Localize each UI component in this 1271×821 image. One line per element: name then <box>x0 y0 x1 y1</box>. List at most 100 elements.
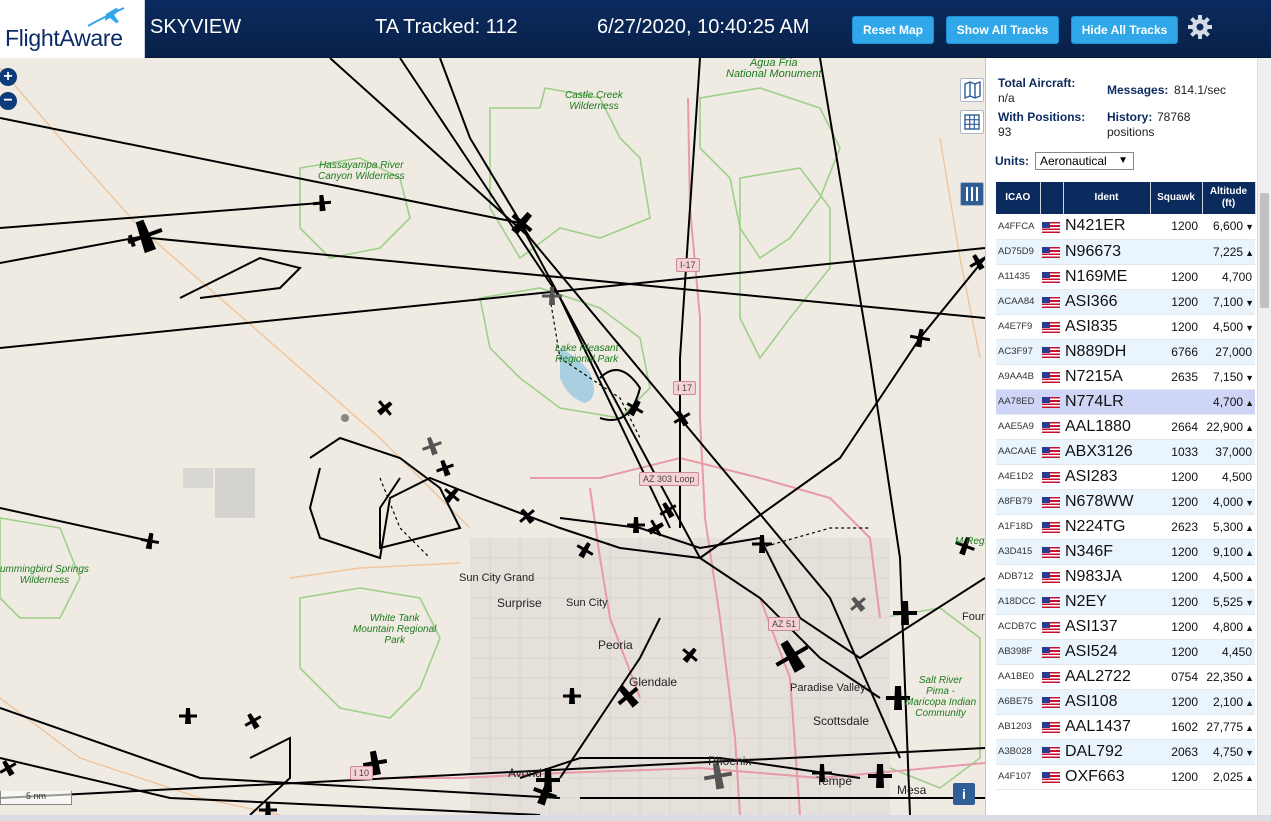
flag-cell <box>1040 689 1063 715</box>
altitude-trend-icon: ▼ <box>1245 597 1254 608</box>
icao-cell: A11435 <box>996 264 1040 290</box>
flag-cell <box>1040 464 1063 490</box>
columns-icon <box>966 187 978 201</box>
table-row[interactable]: ACDB7C ASI137 1200 4,800 ▲ <box>996 614 1255 640</box>
icao-cell: ADB712 <box>996 564 1040 590</box>
altitude-value: 22,900 <box>1206 419 1244 434</box>
map-label-white-tank: White Tank Mountain Regional Park <box>353 613 437 646</box>
hide-all-tracks-button[interactable]: Hide All Tracks <box>1071 16 1178 44</box>
icao-cell: A8FB79 <box>996 489 1040 515</box>
table-row[interactable]: ACAA84 ASI366 1200 7,100 ▼ <box>996 289 1255 315</box>
tracked-count: TA Tracked: 112 <box>375 16 518 38</box>
altitude-cell: 27,000 <box>1202 339 1255 365</box>
altitude-value: 7,225 <box>1213 244 1244 259</box>
us-flag-icon <box>1042 471 1060 483</box>
us-flag-icon <box>1042 446 1060 458</box>
column-header-ident[interactable]: Ident <box>1063 182 1151 214</box>
us-flag-icon <box>1042 221 1060 233</box>
history-unit: positions <box>1107 125 1155 139</box>
ident-cell: N2EY <box>1063 589 1150 615</box>
altitude-cell: 37,000 <box>1202 439 1255 465</box>
table-row[interactable]: AB398F ASI524 1200 4,450 <box>996 639 1255 665</box>
table-row[interactable]: AAE5A9 AAL1880 2664 22,900 ▲ <box>996 414 1255 440</box>
flightaware-logo[interactable]: FlightAware <box>0 0 145 58</box>
ident-cell: ABX3126 <box>1063 439 1150 465</box>
table-row[interactable]: A9AA4B N7215A 2635 7,150 ▼ <box>996 364 1255 390</box>
table-row[interactable]: A8FB79 N678WW 1200 4,000 ▼ <box>996 489 1255 515</box>
flag-cell <box>1040 489 1063 515</box>
map-label-hassayampa: Hassayampa River Canyon Wilderness <box>318 160 405 182</box>
altitude-value: 7,100 <box>1213 294 1244 309</box>
city-phoenix: Phoenix <box>708 754 752 768</box>
table-row[interactable]: A1F18D N224TG 2623 5,300 ▲ <box>996 514 1255 540</box>
us-flag-icon <box>1042 671 1060 683</box>
altitude-trend-icon: ▼ <box>1245 497 1254 508</box>
table-row[interactable]: AD75D9 N96673 7,225 ▲ <box>996 239 1255 265</box>
map-layers-button[interactable] <box>960 78 984 102</box>
units-select[interactable]: Aeronautical ▼ <box>1035 152 1134 170</box>
table-row[interactable]: A3D415 N346F 1200 9,100 ▲ <box>996 539 1255 565</box>
table-row[interactable]: AACAAE ABX3126 1033 37,000 <box>996 439 1255 465</box>
altitude-cell: 4,750 ▼ <box>1202 739 1255 765</box>
top-header: FlightAware SKYVIEW TA Tracked: 112 6/27… <box>0 0 1271 58</box>
column-header-flag[interactable] <box>1040 182 1064 214</box>
altitude-cell: 22,350 ▲ <box>1202 664 1255 690</box>
table-row[interactable]: A11435 N169ME 1200 4,700 <box>996 264 1255 290</box>
table-row[interactable]: A4E7F9 ASI835 1200 4,500 ▼ <box>996 314 1255 340</box>
table-row[interactable]: A18DCC N2EY 1200 5,525 ▼ <box>996 589 1255 615</box>
squawk-cell: 1200 <box>1150 314 1202 340</box>
page-title: SKYVIEW <box>150 16 242 38</box>
flag-cell <box>1040 739 1063 765</box>
column-header-squawk[interactable]: Squawk <box>1150 182 1203 214</box>
us-flag-icon <box>1042 721 1060 733</box>
info-button[interactable]: i <box>953 783 975 805</box>
road-sign-i10: I 10 <box>350 766 374 780</box>
altitude-cell: 7,100 ▼ <box>1202 289 1255 315</box>
total-aircraft-value: n/a <box>998 91 1015 105</box>
squawk-cell: 1200 <box>1150 564 1202 590</box>
table-row[interactable]: A6BE75 ASI108 1200 2,100 ▲ <box>996 689 1255 715</box>
icao-cell: AB398F <box>996 639 1040 665</box>
table-row[interactable]: AA78ED N774LR 4,700 ▲ <box>996 389 1255 415</box>
squawk-cell: 0754 <box>1150 664 1202 690</box>
table-row[interactable]: A4FFCA N421ER 1200 6,600 ▼ <box>996 214 1255 240</box>
squawk-cell: 1200 <box>1150 764 1202 790</box>
clock-display: 6/27/2020, 10:40:25 AM <box>597 16 810 38</box>
squawk-cell <box>1150 239 1202 265</box>
table-row[interactable]: AA1BE0 AAL2722 0754 22,350 ▲ <box>996 664 1255 690</box>
column-header-icao[interactable]: ICAO <box>996 182 1041 214</box>
flag-cell <box>1040 589 1063 615</box>
road-sign-i17-north: I-17 <box>676 258 700 272</box>
flag-cell <box>1040 339 1063 365</box>
show-all-tracks-button[interactable]: Show All Tracks <box>946 16 1059 44</box>
column-header-altitude[interactable]: Altitude (ft) <box>1202 182 1256 214</box>
squawk-cell: 1200 <box>1150 489 1202 515</box>
ident-cell: AAL2722 <box>1063 664 1150 690</box>
columns-toggle-button[interactable] <box>960 182 984 206</box>
altitude-trend-icon: ▼ <box>1245 297 1254 308</box>
reset-map-button[interactable]: Reset Map <box>852 16 934 44</box>
grid-toggle-button[interactable] <box>960 110 984 134</box>
scrollbar-thumb[interactable] <box>1260 193 1269 308</box>
panel-scrollbar[interactable] <box>1257 58 1271 815</box>
flag-cell <box>1040 364 1063 390</box>
table-row[interactable]: A4E1D2 ASI283 1200 4,500 <box>996 464 1255 490</box>
gear-icon[interactable] <box>1187 14 1213 40</box>
flag-cell <box>1040 614 1063 640</box>
icao-cell: A6BE75 <box>996 689 1040 715</box>
units-label: Units: <box>995 154 1029 168</box>
icao-cell: AA78ED <box>996 389 1040 415</box>
table-row[interactable]: AC3F97 N889DH 6766 27,000 <box>996 339 1255 365</box>
city-paradise-valley: Paradise Valley <box>790 682 866 694</box>
table-row[interactable]: A4F107 OXF663 1200 2,025 ▲ <box>996 764 1255 790</box>
logo-text: FlightAware <box>5 25 123 51</box>
road-sign-i17: I 17 <box>673 381 697 395</box>
map-canvas[interactable]: Agua Fria National Monument Castle Creek W… <box>0 58 985 815</box>
ident-cell: N774LR <box>1063 389 1150 415</box>
table-row[interactable]: A3B028 DAL792 2063 4,750 ▼ <box>996 739 1255 765</box>
city-surprise: Surprise <box>497 596 542 610</box>
us-flag-icon <box>1042 621 1060 633</box>
table-row[interactable]: ADB712 N983JA 1200 4,500 ▲ <box>996 564 1255 590</box>
altitude-trend-icon: ▲ <box>1245 547 1254 558</box>
table-row[interactable]: AB1203 AAL1437 1602 27,775 ▲ <box>996 714 1255 740</box>
